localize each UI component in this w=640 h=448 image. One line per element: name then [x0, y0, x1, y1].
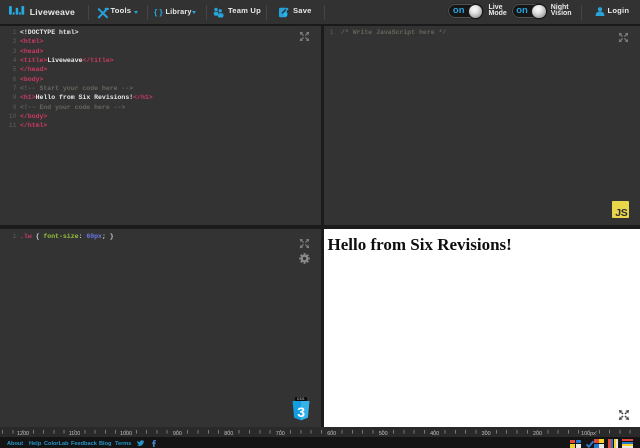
svg-text:3: 3	[297, 404, 305, 420]
